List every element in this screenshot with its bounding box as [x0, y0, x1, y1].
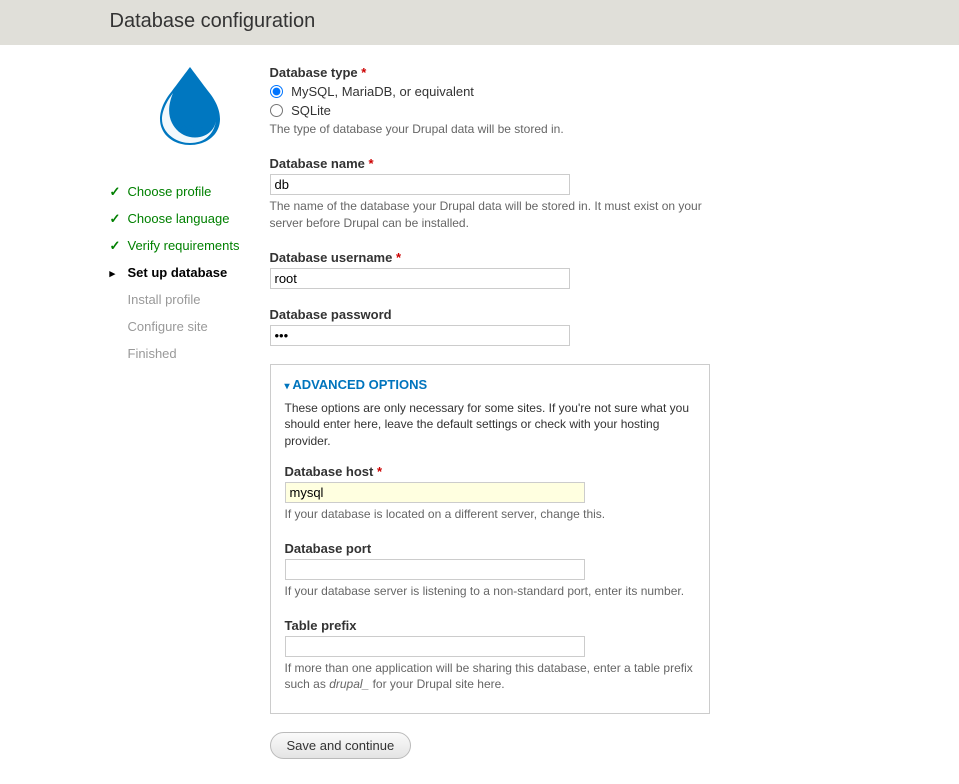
db-type-option-sqlite[interactable]: SQLite: [291, 103, 331, 118]
db-type-option-mysql[interactable]: MySQL, MariaDB, or equivalent: [291, 84, 474, 99]
advanced-options-toggle[interactable]: ADVANCED OPTIONS: [285, 377, 428, 392]
table-prefix-group: Table prefix If more than one applicatio…: [285, 618, 695, 694]
db-host-input[interactable]: [285, 482, 585, 503]
db-type-radio-sqlite[interactable]: [270, 104, 283, 117]
step-finished: Finished: [110, 340, 270, 367]
advanced-options-intro: These options are only necessary for som…: [285, 400, 695, 450]
db-type-label: Database type *: [270, 65, 850, 80]
db-password-group: Database password: [270, 307, 850, 346]
db-username-label: Database username *: [270, 250, 850, 265]
db-username-input[interactable]: [270, 268, 570, 289]
save-and-continue-button[interactable]: Save and continue: [270, 732, 412, 759]
table-prefix-description: If more than one application will be sha…: [285, 660, 695, 694]
db-name-label: Database name *: [270, 156, 850, 171]
db-host-group: Database host * If your database is loca…: [285, 464, 695, 523]
step-configure-site: Configure site: [110, 313, 270, 340]
db-password-label: Database password: [270, 307, 850, 322]
db-type-radio-mysql[interactable]: [270, 85, 283, 98]
db-name-input[interactable]: [270, 174, 570, 195]
step-choose-profile: Choose profile: [110, 178, 270, 205]
table-prefix-input[interactable]: [285, 636, 585, 657]
table-prefix-label: Table prefix: [285, 618, 695, 633]
step-set-up-database: Set up database: [110, 259, 270, 286]
db-host-label: Database host *: [285, 464, 695, 479]
drupal-logo-icon: [110, 65, 270, 150]
db-port-group: Database port If your database server is…: [285, 541, 695, 600]
db-port-description: If your database server is listening to …: [285, 583, 695, 600]
db-type-description: The type of database your Drupal data wi…: [270, 121, 850, 138]
db-password-input[interactable]: [270, 325, 570, 346]
step-install-profile: Install profile: [110, 286, 270, 313]
step-verify-requirements: Verify requirements: [110, 232, 270, 259]
db-port-label: Database port: [285, 541, 695, 556]
advanced-options-fieldset: ADVANCED OPTIONS These options are only …: [270, 364, 710, 715]
db-type-group: Database type * MySQL, MariaDB, or equiv…: [270, 65, 850, 138]
form: Database type * MySQL, MariaDB, or equiv…: [270, 65, 850, 759]
page-title: Database configuration: [110, 10, 850, 33]
db-name-group: Database name * The name of the database…: [270, 156, 850, 232]
install-steps: Choose profile Choose language Verify re…: [110, 178, 270, 367]
db-host-description: If your database is located on a differe…: [285, 506, 695, 523]
sidebar: Choose profile Choose language Verify re…: [110, 65, 270, 759]
db-name-description: The name of the database your Drupal dat…: [270, 198, 710, 232]
db-username-group: Database username *: [270, 250, 850, 289]
db-port-input[interactable]: [285, 559, 585, 580]
step-choose-language: Choose language: [110, 205, 270, 232]
